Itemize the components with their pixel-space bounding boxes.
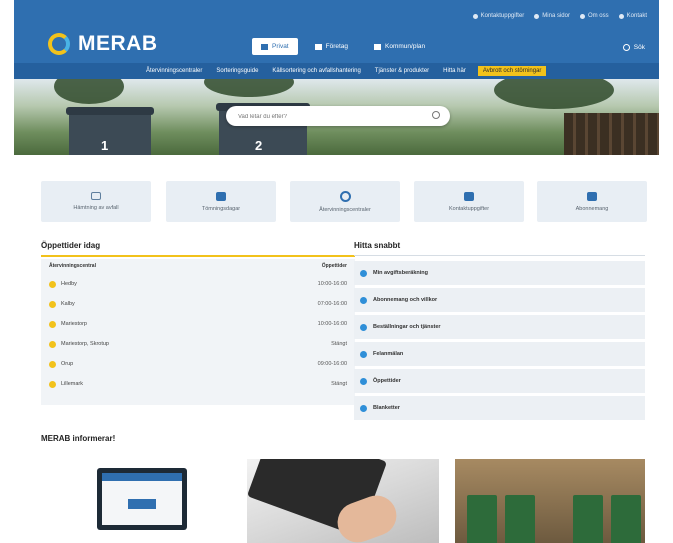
- quick-link[interactable]: Öppettider: [354, 369, 645, 393]
- mail-icon: [618, 13, 624, 19]
- quick-link[interactable]: Min avgiftsberäkning: [354, 261, 645, 285]
- home-icon: [261, 43, 268, 50]
- hero-search-box: [226, 106, 450, 126]
- find-quickly-title: Hitta snabbt: [354, 241, 401, 250]
- tile-contact-info[interactable]: Kontaktuppgifter: [414, 181, 524, 222]
- table-row[interactable]: Lillemark Stängt: [41, 375, 355, 393]
- calendar-icon: [587, 191, 597, 201]
- foliage-shape: [54, 79, 124, 104]
- arrow-circle-icon: [360, 296, 367, 304]
- quick-link[interactable]: Felanmälan: [354, 342, 645, 366]
- location-dot-icon: [49, 320, 56, 328]
- info-card-image-monitor[interactable]: [41, 459, 226, 543]
- top-link-about[interactable]: Om oss: [579, 13, 609, 19]
- table-row[interactable]: Orup 09:00-16:00: [41, 355, 355, 373]
- subnav-recycling-centers[interactable]: Återvinningscentraler: [144, 66, 204, 76]
- green-bin: [573, 495, 603, 543]
- tile-subscription[interactable]: Abonnemang: [537, 181, 647, 222]
- truck-icon: [91, 192, 101, 200]
- phone-icon: [472, 13, 478, 19]
- municipality-icon: [374, 43, 382, 50]
- info-card-image-laptop[interactable]: [247, 459, 439, 543]
- quick-link[interactable]: Abonnemang och villkor: [354, 288, 645, 312]
- location-dot-icon: [49, 380, 56, 388]
- bin-number-2: 2: [255, 138, 263, 153]
- table-row[interactable]: Hedby 10:00-16:00: [41, 275, 355, 293]
- trash-icon: [216, 191, 226, 201]
- table-header: Återvinningscentral Öppettider: [49, 262, 347, 269]
- subnav-source-sorting[interactable]: Källsortering och avfallshantering: [270, 66, 362, 76]
- top-link-my-pages[interactable]: Mina sidor: [534, 13, 570, 19]
- foliage-shape: [204, 79, 294, 97]
- location-dot-icon: [49, 280, 56, 288]
- sub-navigation: Återvinningscentraler Sorteringsguide Kä…: [14, 63, 659, 79]
- opening-hours-table: Återvinningscentral Öppettider Hedby 10:0…: [41, 259, 355, 405]
- search-icon[interactable]: [432, 111, 440, 119]
- location-dot-icon: [49, 340, 56, 348]
- main-tabs: Privat Företag Kommun/plan: [252, 38, 434, 55]
- top-link-contact-info[interactable]: Kontaktuppgifter: [472, 13, 524, 19]
- bin-number-1: 1: [101, 138, 109, 153]
- hero-banner: 1 2: [14, 79, 659, 155]
- tile-recycling-centers[interactable]: Återvinningscentraler: [290, 181, 400, 222]
- hero-search-input[interactable]: [236, 110, 420, 124]
- tab-business[interactable]: Företag: [306, 38, 357, 55]
- user-icon: [534, 13, 540, 19]
- logo-ring-icon: [48, 33, 70, 55]
- green-bin: [505, 495, 535, 543]
- arrow-circle-icon: [360, 404, 367, 412]
- find-quickly-underline: [354, 255, 645, 256]
- page: MERAB Kontaktuppgifter Mina sidor Om oss…: [14, 0, 659, 543]
- quick-link[interactable]: Beställningar och tjänster: [354, 315, 645, 339]
- location-dot-icon: [49, 300, 56, 308]
- building-icon: [314, 43, 322, 50]
- tab-municipality[interactable]: Kommun/plan: [365, 38, 434, 55]
- merab-logo[interactable]: MERAB: [48, 32, 158, 56]
- subnav-find-here[interactable]: Hitta här: [441, 66, 468, 76]
- foliage-shape: [494, 79, 614, 109]
- quick-link[interactable]: Blanketter: [354, 396, 645, 420]
- site-header: MERAB Kontaktuppgifter Mina sidor Om oss…: [14, 0, 659, 86]
- info-title: MERAB informerar!: [41, 434, 116, 443]
- search-icon: [622, 44, 630, 51]
- subnav-disruptions[interactable]: Avbrott och störningar: [477, 66, 547, 76]
- opening-hours-underline: [41, 255, 355, 257]
- table-row[interactable]: Mariestorp 10:00-16:00: [41, 315, 355, 333]
- tile-collection-days[interactable]: Tömningsdagar: [166, 181, 276, 222]
- fence: [564, 113, 659, 155]
- green-bin: [611, 495, 641, 543]
- quick-tiles: Hämtning av avfall Tömningsdagar Återvin…: [41, 181, 647, 222]
- opening-hours-title: Öppettider idag: [41, 241, 101, 250]
- subnav-sorting-guide[interactable]: Sorteringsguide: [214, 66, 260, 76]
- table-row[interactable]: Mariestorp, Skrotup Stängt: [41, 335, 355, 353]
- green-bin: [467, 495, 497, 543]
- top-link-contact[interactable]: Kontakt: [618, 13, 647, 19]
- tab-private[interactable]: Privat: [252, 38, 298, 55]
- arrow-circle-icon: [360, 323, 367, 331]
- header-search-button[interactable]: Sök: [622, 44, 645, 51]
- top-links: Kontaktuppgifter Mina sidor Om oss Konta…: [472, 13, 647, 19]
- location-dot-icon: [49, 360, 56, 368]
- subnav-services[interactable]: Tjänster & produkter: [373, 66, 431, 76]
- arrow-circle-icon: [360, 350, 367, 358]
- info-icon: [579, 13, 585, 19]
- recycle-icon: [339, 190, 351, 202]
- tile-waste-collection[interactable]: Hämtning av avfall: [41, 181, 151, 222]
- arrow-circle-icon: [360, 269, 367, 277]
- logo-text: MERAB: [78, 32, 158, 55]
- waste-bin-1: 1: [66, 107, 154, 155]
- contact-card-icon: [464, 191, 474, 201]
- table-row[interactable]: Kalby 07:00-16:00: [41, 295, 355, 313]
- arrow-circle-icon: [360, 377, 367, 385]
- info-card-image-bins[interactable]: [455, 459, 645, 543]
- monitor-illustration: [97, 468, 187, 530]
